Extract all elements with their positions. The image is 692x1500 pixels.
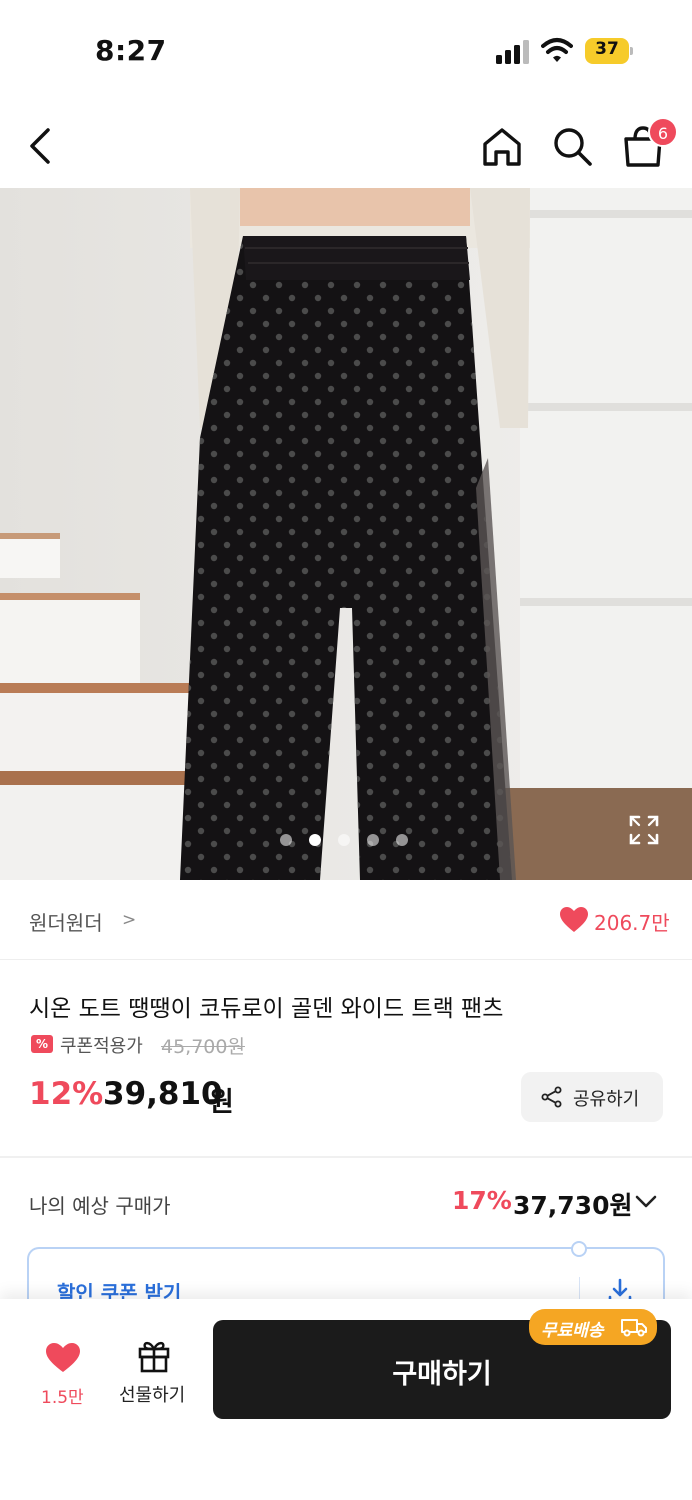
buy-button-label: 구매하기	[392, 1359, 492, 1390]
cellular-signal-icon	[496, 40, 529, 64]
nav-bar	[0, 100, 692, 188]
share-icon	[541, 1086, 562, 1108]
share-button[interactable]: 공유하기	[521, 1072, 663, 1122]
image-pager	[280, 834, 408, 848]
like-count: 206.7만	[594, 911, 670, 935]
expected-discount: 17%	[452, 1186, 512, 1215]
coupon-notch	[571, 1241, 587, 1257]
discount-rate: 12%	[29, 1076, 104, 1112]
brand-row: 원더원더 > 206.7만	[0, 880, 692, 960]
sale-price: 39,810	[103, 1076, 223, 1112]
battery-icon: 37	[585, 38, 633, 64]
pager-dot-active[interactable]	[309, 834, 321, 846]
expand-icon[interactable]	[627, 813, 661, 847]
expected-price-label: 나의 예상 구매가	[29, 1194, 171, 1218]
pager-dot[interactable]	[396, 834, 408, 846]
pager-dot[interactable]	[338, 834, 350, 846]
coupon-tag-icon: %	[31, 1035, 53, 1053]
product-title: 시온 도트 땡땡이 코듀로이 골덴 와이드 트랙 팬츠	[29, 996, 504, 1022]
chevron-down-icon[interactable]	[634, 1192, 658, 1210]
product-photo	[0, 188, 692, 880]
brand-name[interactable]: 원더원더	[29, 907, 103, 936]
original-price: 45,700원	[161, 1036, 245, 1058]
coupon-price-label: 쿠폰적용가	[60, 1036, 143, 1057]
brand-chevron-icon[interactable]: >	[122, 910, 136, 930]
wishlist-heart-icon[interactable]	[46, 1343, 80, 1373]
share-label: 공유하기	[573, 1089, 640, 1110]
wishlist-count: 1.5만	[41, 1388, 84, 1408]
free-shipping-badge: 무료배송	[529, 1309, 657, 1345]
home-icon[interactable]	[478, 123, 526, 171]
pager-dot[interactable]	[367, 834, 379, 846]
cart-count-badge: 6	[648, 117, 678, 147]
expected-price: 37,730원	[513, 1191, 633, 1220]
price-unit: 원	[209, 1087, 234, 1118]
gift-label[interactable]: 선물하기	[119, 1381, 185, 1407]
battery-level: 37	[595, 39, 619, 59]
heart-icon[interactable]	[560, 907, 588, 933]
truck-icon	[621, 1319, 647, 1337]
gift-icon[interactable]	[136, 1337, 172, 1373]
wifi-icon	[541, 38, 573, 62]
pager-dot[interactable]	[280, 834, 292, 846]
section-divider	[0, 1156, 692, 1158]
back-arrow-icon[interactable]	[20, 124, 64, 168]
product-image[interactable]	[0, 188, 692, 880]
status-bar: 8:27 37	[0, 0, 692, 100]
free-shipping-label: 무료배송	[541, 1321, 604, 1341]
status-time: 8:27	[95, 34, 167, 67]
search-icon[interactable]	[548, 123, 596, 171]
